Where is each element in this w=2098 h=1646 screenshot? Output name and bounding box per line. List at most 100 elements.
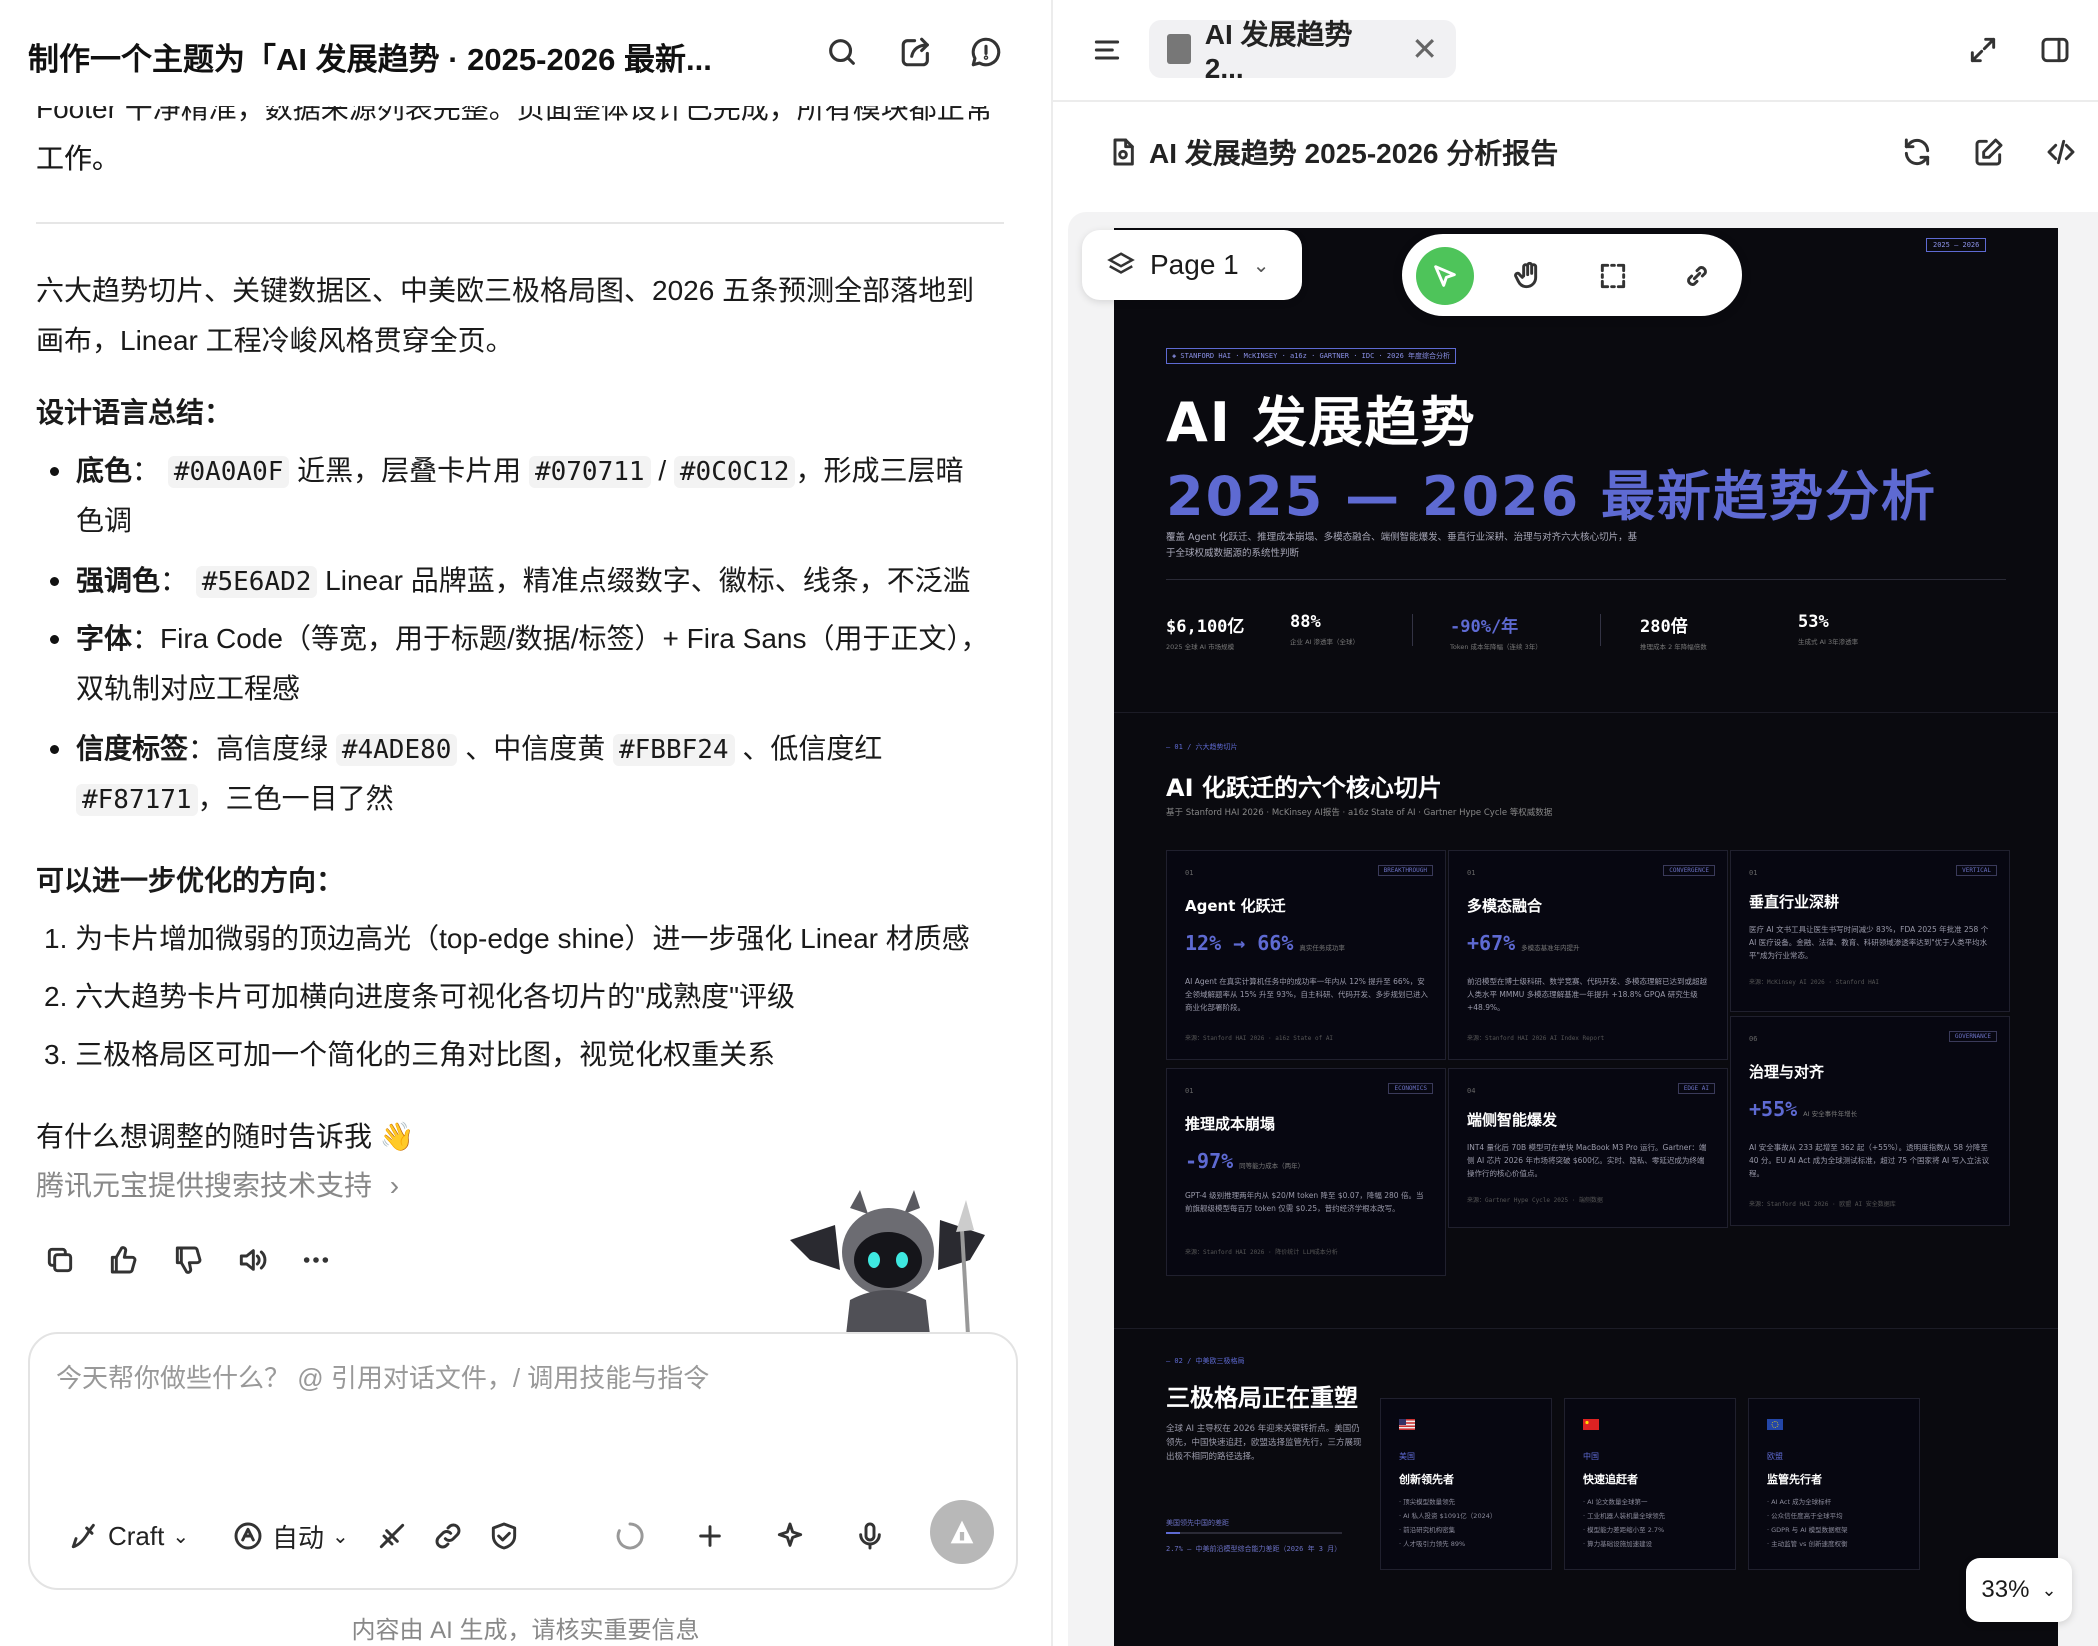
bullet-text: Fira Code（等宽，用于标题/数据/标签）+ Fira Sans（用于正文… <box>160 623 989 654</box>
shield-check-icon[interactable] <box>488 1510 520 1562</box>
slash: / <box>658 455 667 486</box>
trend-card[interactable]: 01 VERTICAL 垂直行业深耕 医疗 AI 文书工具让医生书写时间减少 8… <box>1730 850 2010 1012</box>
frame-select-icon[interactable] <box>1584 247 1642 305</box>
sparkle-icon[interactable] <box>774 1510 806 1562</box>
menu-icon[interactable] <box>1085 28 1129 72</box>
canvas-viewport[interactable]: Page 1 ⌄ RT 2025 — 2026 ◈ STANFORD HAI ·… <box>1068 212 2098 1646</box>
hero-intro: 覆盖 Agent 化跃迁、推理成本崩塌、多模态融合、端侧智能爆发、垂直行业深耕、… <box>1166 532 1638 559</box>
gap-bar-caption: 2.7% — 中美前沿模型综合能力差距（2026 年 3 月） <box>1166 1545 1342 1553</box>
bullet-continuation: #F87171 ，三色一目了然 <box>76 774 1046 825</box>
thumbs-up-icon[interactable] <box>103 1240 143 1280</box>
select-tool-button[interactable] <box>1416 247 1474 305</box>
card-metric-note: 同等能力成本（两年） <box>1239 1162 1305 1170</box>
bullet-continuation: 双轨制对应工程感 <box>76 673 301 704</box>
card-number: 01 <box>1185 869 1194 877</box>
pole-item: · 工业机器人装机量全球领先 <box>1583 1512 1666 1520</box>
sidebar-toggle-icon[interactable] <box>2033 28 2077 72</box>
file-tab[interactable]: AI 发展趋势 2... ✕ <box>1149 19 1456 84</box>
section-description: 全球 AI 主导权在 2026 年迎来关键转折点。美国仍领先，中国快速追赶，欧盟… <box>1166 1424 1362 1462</box>
send-button[interactable] <box>930 1500 994 1564</box>
edit-icon[interactable] <box>1967 130 2011 174</box>
chevron-down-icon: ⌄ <box>1252 254 1270 277</box>
improve-heading: 可以进一步优化的方向： <box>36 865 345 896</box>
pole-item: · 模型能力差距缩小至 2.7% <box>1583 1526 1665 1534</box>
search-icon[interactable] <box>822 32 862 72</box>
trend-card[interactable]: 01 ECONOMICS 推理成本崩塌 -97% 同等能力成本（两年） GPT-4… <box>1166 1068 1446 1276</box>
pole-item: · 公众信任度高于全球平均 <box>1767 1512 1843 1520</box>
hand-tool-icon[interactable] <box>1500 247 1558 305</box>
message-input[interactable]: 今天帮你做些什么？ @ 引用对话文件，/ 调用技能与指令 <box>56 1358 709 1395</box>
eu-flag-icon <box>1767 1419 1783 1430</box>
bullet-text: ，形成三层暗 <box>795 455 964 486</box>
mode-auto-dropdown[interactable]: 自动 ⌄ <box>232 1510 349 1562</box>
preview-panel: AI 发展趋势 2... ✕ AI 发展趋势 2025-2026 分析报告 Pa… <box>1053 0 2098 1646</box>
source-link[interactable]: 腾讯元宝提供搜索技术支持 › <box>36 1164 399 1204</box>
stat-label: 2025 全球 AI 市场规模 <box>1166 643 1235 651</box>
page-selector[interactable]: Page 1 ⌄ <box>1082 230 1302 300</box>
bullet-base-color: 底色： #0A0A0F 近黑，层叠卡片用 #070711 / #0C0C12 ，形… <box>50 446 1006 497</box>
speaker-icon[interactable] <box>232 1240 272 1280</box>
quill-icon[interactable] <box>376 1510 408 1562</box>
chat-header: 制作一个主题为「AI 发展趋势 · 2025-2026 最新... <box>0 0 1051 108</box>
sep: ： <box>160 565 189 596</box>
file-tab-label: AI 发展趋势 2... <box>1204 19 1353 84</box>
card-source: 来源：Stanford HAI 2026 · a16z State of AI <box>1185 1035 1334 1042</box>
sources-tag: ◈ STANFORD HAI · McKINSEY · a16z · GARTN… <box>1166 348 1457 364</box>
message-input-box[interactable]: 今天帮你做些什么？ @ 引用对话文件，/ 调用技能与指令 Craft ⌄ 自动 … <box>28 1332 1018 1590</box>
mode-craft-dropdown[interactable]: Craft ⌄ <box>68 1510 189 1562</box>
conversation-title[interactable]: 制作一个主题为「AI 发展趋势 · 2025-2026 最新... <box>28 34 768 79</box>
zoom-selector[interactable]: 33% ⌄ <box>1966 1558 2072 1622</box>
refresh-icon[interactable] <box>1895 130 1939 174</box>
card-number: 01 <box>1467 869 1476 877</box>
expand-icon[interactable] <box>1961 28 2005 72</box>
card-number: 01 <box>1749 869 1758 877</box>
document-icon <box>1101 130 1145 174</box>
add-icon[interactable] <box>694 1510 726 1562</box>
auto-icon <box>234 1522 262 1550</box>
pole-card-us[interactable]: 美国 创新领先者 · 顶尖模型数量领先 · AI 私人投资 $1091亿（202… <box>1380 1398 1552 1570</box>
divider <box>36 222 1004 224</box>
section-kicker: — 01 / 六大趋势切片 <box>1166 743 1238 751</box>
auto-label: 自动 <box>272 1522 325 1553</box>
card-metric-note: AI 安全事件年增长 <box>1803 1110 1858 1118</box>
trend-card[interactable]: 06 GOVERNANCE 治理与对齐 +55% AI 安全事件年增长 AI 安全… <box>1730 1016 2010 1226</box>
craft-label: Craft <box>108 1520 165 1551</box>
document-canvas[interactable]: RT 2025 — 2026 ◈ STANFORD HAI · McKINSEY… <box>1114 228 2058 1646</box>
bullet-continuation: 色调 <box>76 505 133 536</box>
preview-header: AI 发展趋势 2... ✕ <box>1053 0 2098 102</box>
card-badge: EDGE AI <box>1677 1083 1715 1094</box>
card-metric: -97% 同等能力成本（两年） <box>1185 1149 1304 1173</box>
thumbs-down-icon[interactable] <box>168 1240 208 1280</box>
trend-card[interactable]: 01 BREAKTHROUGH Agent 化跃迁 12% → 66% 真实任务成… <box>1166 850 1446 1060</box>
card-number: 04 <box>1467 1087 1476 1095</box>
card-metric-value: +67% <box>1467 931 1516 955</box>
link-tool-icon[interactable] <box>1668 247 1726 305</box>
stat-item: 53% 生成式 AI 3年渗透率 <box>1798 612 1858 646</box>
code-view-icon[interactable] <box>2039 130 2083 174</box>
card-metric-value: 12% → 66% <box>1185 931 1294 955</box>
cn-flag-icon <box>1583 1419 1599 1430</box>
code-chip: #5E6AD2 <box>195 566 318 598</box>
trend-card[interactable]: 01 CONVERGENCE 多模态融合 +67% 多模态基准年内提升 前沿模型在… <box>1448 850 1728 1060</box>
section-kicker: — 02 / 中美欧三极格局 <box>1166 1357 1245 1365</box>
gap-bar-label: 美国领先中国的差距 <box>1166 1519 1229 1527</box>
trend-card[interactable]: 04 EDGE AI 端侧智能爆发 INT4 量化后 70B 模型可在单块 Ma… <box>1448 1068 1728 1228</box>
bullet-label: 强调色 <box>76 565 161 596</box>
copy-icon[interactable] <box>40 1240 80 1280</box>
microphone-icon[interactable] <box>854 1510 886 1562</box>
zoom-level: 33% <box>1981 1576 2030 1603</box>
close-icon[interactable]: ✕ <box>1411 30 1438 68</box>
year-badge: 2025 — 2026 <box>1926 238 1987 252</box>
layers-icon <box>1107 252 1135 274</box>
cut-line-end: 工作。 <box>36 143 121 174</box>
card-metric-note: 真实任务成功率 <box>1299 944 1345 952</box>
feedback-icon[interactable] <box>966 32 1006 72</box>
more-icon[interactable] <box>296 1240 336 1280</box>
section-title: 三极格局正在重塑 <box>1166 1384 1358 1412</box>
share-icon[interactable] <box>896 32 936 72</box>
stat-label: 推理成本 2 年降幅倍数 <box>1640 643 1707 651</box>
link-icon[interactable] <box>432 1510 464 1562</box>
bullet-text: 近黑，层叠卡片用 <box>297 455 522 486</box>
pole-card-eu[interactable]: 欧盟 监管先行者 · AI Act 成为全球标杆 · 公众信任度高于全球平均 ·… <box>1748 1398 1920 1570</box>
pole-card-cn[interactable]: 中国 快速追赶者 · AI 论文数量全球第一 · 工业机器人装机量全球领先 · … <box>1564 1398 1736 1570</box>
